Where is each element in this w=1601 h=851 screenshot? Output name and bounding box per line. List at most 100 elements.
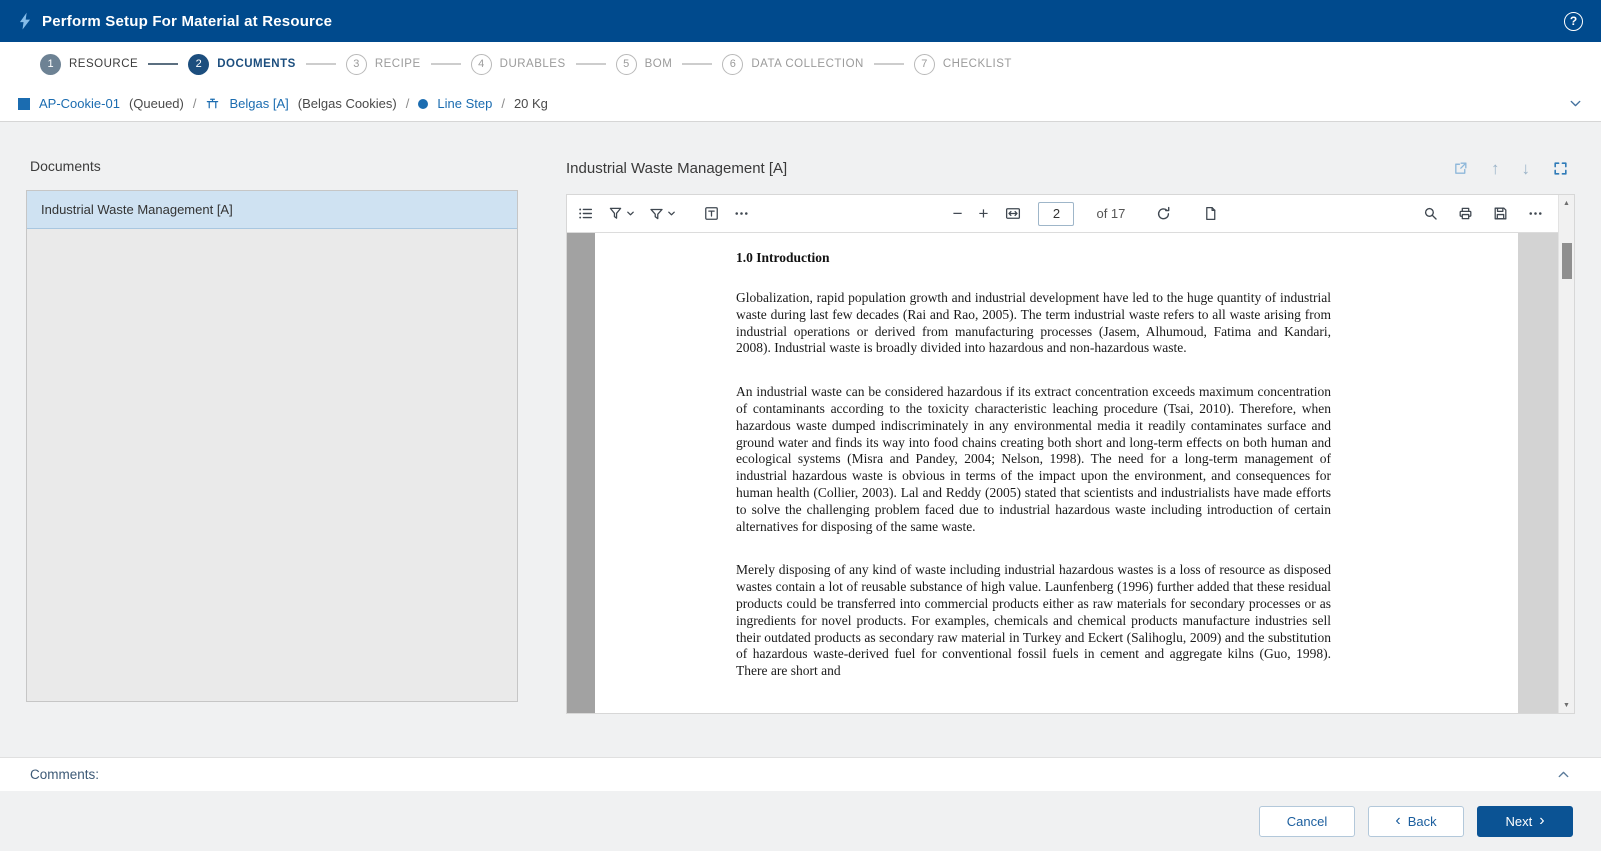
next-button-label: Next xyxy=(1505,814,1532,829)
pdf-page-margin xyxy=(567,233,595,713)
wizard-footer: Cancel ‹ Back Next › xyxy=(0,791,1601,851)
document-viewer-panel: Industrial Waste Management [A] ↑ ↓ xyxy=(566,142,1575,757)
chevron-down-icon xyxy=(667,209,676,218)
step-number: 4 xyxy=(471,54,492,75)
step-recipe[interactable]: 3 RECIPE xyxy=(346,54,421,75)
scroll-up-icon[interactable]: ▲ xyxy=(1559,195,1574,211)
move-down-icon[interactable]: ↓ xyxy=(1522,160,1531,177)
help-icon[interactable]: ? xyxy=(1564,12,1583,31)
viewer-scrollbar[interactable]: ▲ ▼ xyxy=(1558,195,1574,713)
page-title: Perform Setup For Material at Resource xyxy=(42,13,332,30)
list-item[interactable]: Industrial Waste Management [A] xyxy=(27,191,517,229)
print-icon[interactable] xyxy=(1457,205,1474,222)
pdf-toolbar-left xyxy=(577,205,750,222)
pdf-viewer: − + of 17 xyxy=(566,194,1575,714)
pdf-page-text: 1.0 Introduction Globalization, rapid po… xyxy=(736,249,1331,680)
chevron-up-icon[interactable] xyxy=(1556,767,1571,782)
document-paragraph: Globalization, rapid population growth a… xyxy=(736,290,1331,357)
material-status: (Queued) xyxy=(129,96,184,111)
resource-description: (Belgas Cookies) xyxy=(298,96,397,111)
viewer-header-actions: ↑ ↓ xyxy=(1452,160,1575,177)
breadcrumb-separator: / xyxy=(501,96,505,111)
page-count-label: of 17 xyxy=(1096,206,1125,221)
documents-panel: Documents Industrial Waste Management [A… xyxy=(26,142,518,757)
step-connector xyxy=(148,63,178,65)
step-number: 2 xyxy=(188,54,209,75)
step-number: 3 xyxy=(346,54,367,75)
context-breadcrumb: AP-Cookie-01 (Queued) / Belgas [A] (Belg… xyxy=(0,86,1601,122)
step-connector xyxy=(682,63,712,65)
flow-step-icon xyxy=(418,99,428,109)
quantity-value: 20 Kg xyxy=(514,96,548,111)
pdf-document-area: 1.0 Introduction Globalization, rapid po… xyxy=(567,233,1558,713)
step-number: 5 xyxy=(616,54,637,75)
search-icon[interactable] xyxy=(1422,205,1439,222)
sidebar-toggle-icon[interactable] xyxy=(577,205,594,222)
chevron-down-icon[interactable] xyxy=(1568,96,1583,111)
step-documents[interactable]: 2 DOCUMENTS xyxy=(188,54,296,75)
step-number: 7 xyxy=(914,54,935,75)
step-label: CHECKLIST xyxy=(943,58,1012,70)
cancel-button-label: Cancel xyxy=(1287,814,1327,829)
back-button-label: Back xyxy=(1408,814,1437,829)
breadcrumb-separator: / xyxy=(406,96,410,111)
breadcrumb-resource-link[interactable]: Belgas [A] xyxy=(229,96,288,111)
fullscreen-icon[interactable] xyxy=(1552,160,1569,177)
app-window: Perform Setup For Material at Resource ?… xyxy=(0,0,1601,851)
pdf-toolbar-right xyxy=(1422,205,1548,222)
scrollbar-thumb[interactable] xyxy=(1562,243,1572,279)
zoom-in-icon[interactable]: + xyxy=(979,205,989,222)
pdf-toolbar: − + of 17 xyxy=(567,195,1558,233)
cancel-button[interactable]: Cancel xyxy=(1259,806,1355,837)
step-connector xyxy=(306,63,336,65)
chevron-down-icon xyxy=(626,209,635,218)
viewer-header: Industrial Waste Management [A] ↑ ↓ xyxy=(566,154,1575,182)
step-connector xyxy=(431,63,461,65)
step-data-collection[interactable]: 6 DATA COLLECTION xyxy=(722,54,864,75)
pdf-toolbar-center: − + of 17 xyxy=(953,202,1220,226)
breadcrumb-step-link[interactable]: Line Step xyxy=(437,96,492,111)
move-up-icon[interactable]: ↑ xyxy=(1491,160,1500,177)
more-tools-icon[interactable] xyxy=(733,205,750,222)
wizard-stepper: 1 RESOURCE 2 DOCUMENTS 3 RECIPE 4 DURABL… xyxy=(0,42,1601,86)
document-item-label: Industrial Waste Management [A] xyxy=(41,202,233,217)
step-label: RECIPE xyxy=(375,58,421,70)
step-label: BOM xyxy=(645,58,673,70)
document-paragraph: An industrial waste can be considered ha… xyxy=(736,384,1331,535)
step-connector xyxy=(576,63,606,65)
next-button[interactable]: Next › xyxy=(1477,806,1573,837)
viewer-document-title: Industrial Waste Management [A] xyxy=(566,160,787,177)
select-tool-dropdown[interactable] xyxy=(648,205,676,222)
step-label: DATA COLLECTION xyxy=(751,58,864,70)
open-in-new-icon[interactable] xyxy=(1452,160,1469,177)
pdf-viewer-main: − + of 17 xyxy=(567,195,1558,713)
step-connector xyxy=(874,63,904,65)
back-button[interactable]: ‹ Back xyxy=(1368,806,1464,837)
scroll-down-icon[interactable]: ▼ xyxy=(1559,697,1574,713)
chevron-left-icon: ‹ xyxy=(1395,813,1400,829)
main-content: Documents Industrial Waste Management [A… xyxy=(0,122,1601,757)
document-heading: 1.0 Introduction xyxy=(736,249,1331,266)
comments-label: Comments: xyxy=(30,767,99,782)
chevron-right-icon: › xyxy=(1539,813,1544,829)
page-number-input[interactable] xyxy=(1038,202,1074,226)
zoom-out-icon[interactable]: − xyxy=(953,205,963,222)
step-label: RESOURCE xyxy=(69,58,138,70)
step-bom[interactable]: 5 BOM xyxy=(616,54,673,75)
step-durables[interactable]: 4 DURABLES xyxy=(471,54,566,75)
step-label: DOCUMENTS xyxy=(217,58,296,70)
page-layout-icon[interactable] xyxy=(1202,205,1219,222)
fit-width-icon[interactable] xyxy=(1004,205,1022,222)
step-checklist[interactable]: 7 CHECKLIST xyxy=(914,54,1012,75)
hand-tool-dropdown[interactable] xyxy=(607,205,635,222)
step-resource[interactable]: 1 RESOURCE xyxy=(40,54,138,75)
more-options-icon[interactable] xyxy=(1527,205,1544,222)
app-header: Perform Setup For Material at Resource ? xyxy=(0,0,1601,42)
bolt-icon xyxy=(18,12,32,30)
resource-icon xyxy=(205,96,220,111)
rotate-icon[interactable] xyxy=(1155,205,1172,222)
pdf-page: 1.0 Introduction Globalization, rapid po… xyxy=(595,233,1518,713)
breadcrumb-material-link[interactable]: AP-Cookie-01 xyxy=(39,96,120,111)
text-annotation-icon[interactable] xyxy=(703,205,720,222)
save-icon[interactable] xyxy=(1492,205,1509,222)
